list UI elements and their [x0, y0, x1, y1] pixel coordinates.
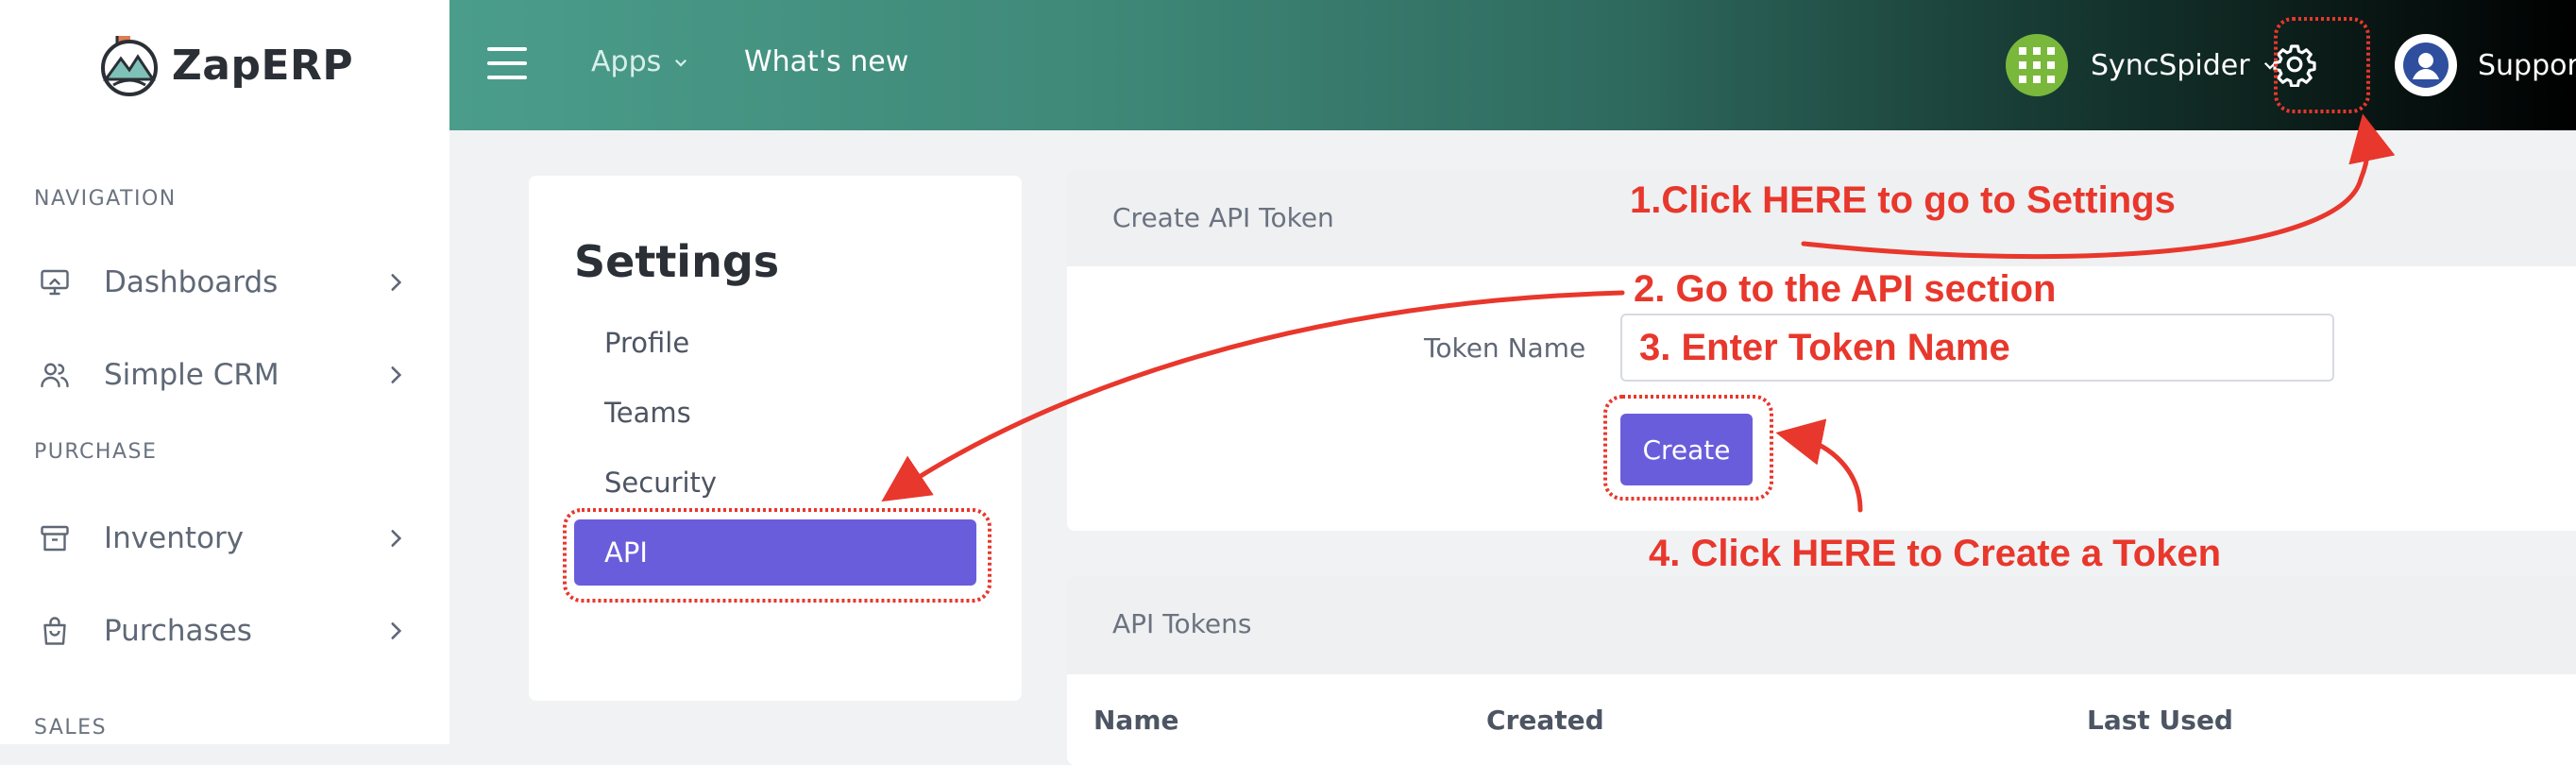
arrow-to-create: [1775, 418, 1863, 513]
annotation-overlay: [563, 17, 2396, 603]
highlight-settings-gear: [2274, 17, 2370, 113]
annotation-step-1: 1.Click HERE to go to Settings: [1630, 179, 2176, 221]
arrow-to-api: [881, 290, 1625, 502]
annotation-step-4: 4. Click HERE to Create a Token: [1649, 533, 2222, 574]
highlight-create-button: [1603, 395, 1773, 501]
annotation-step-2: 2. Go to the API section: [1634, 268, 2057, 310]
highlight-api-link: [563, 508, 991, 603]
